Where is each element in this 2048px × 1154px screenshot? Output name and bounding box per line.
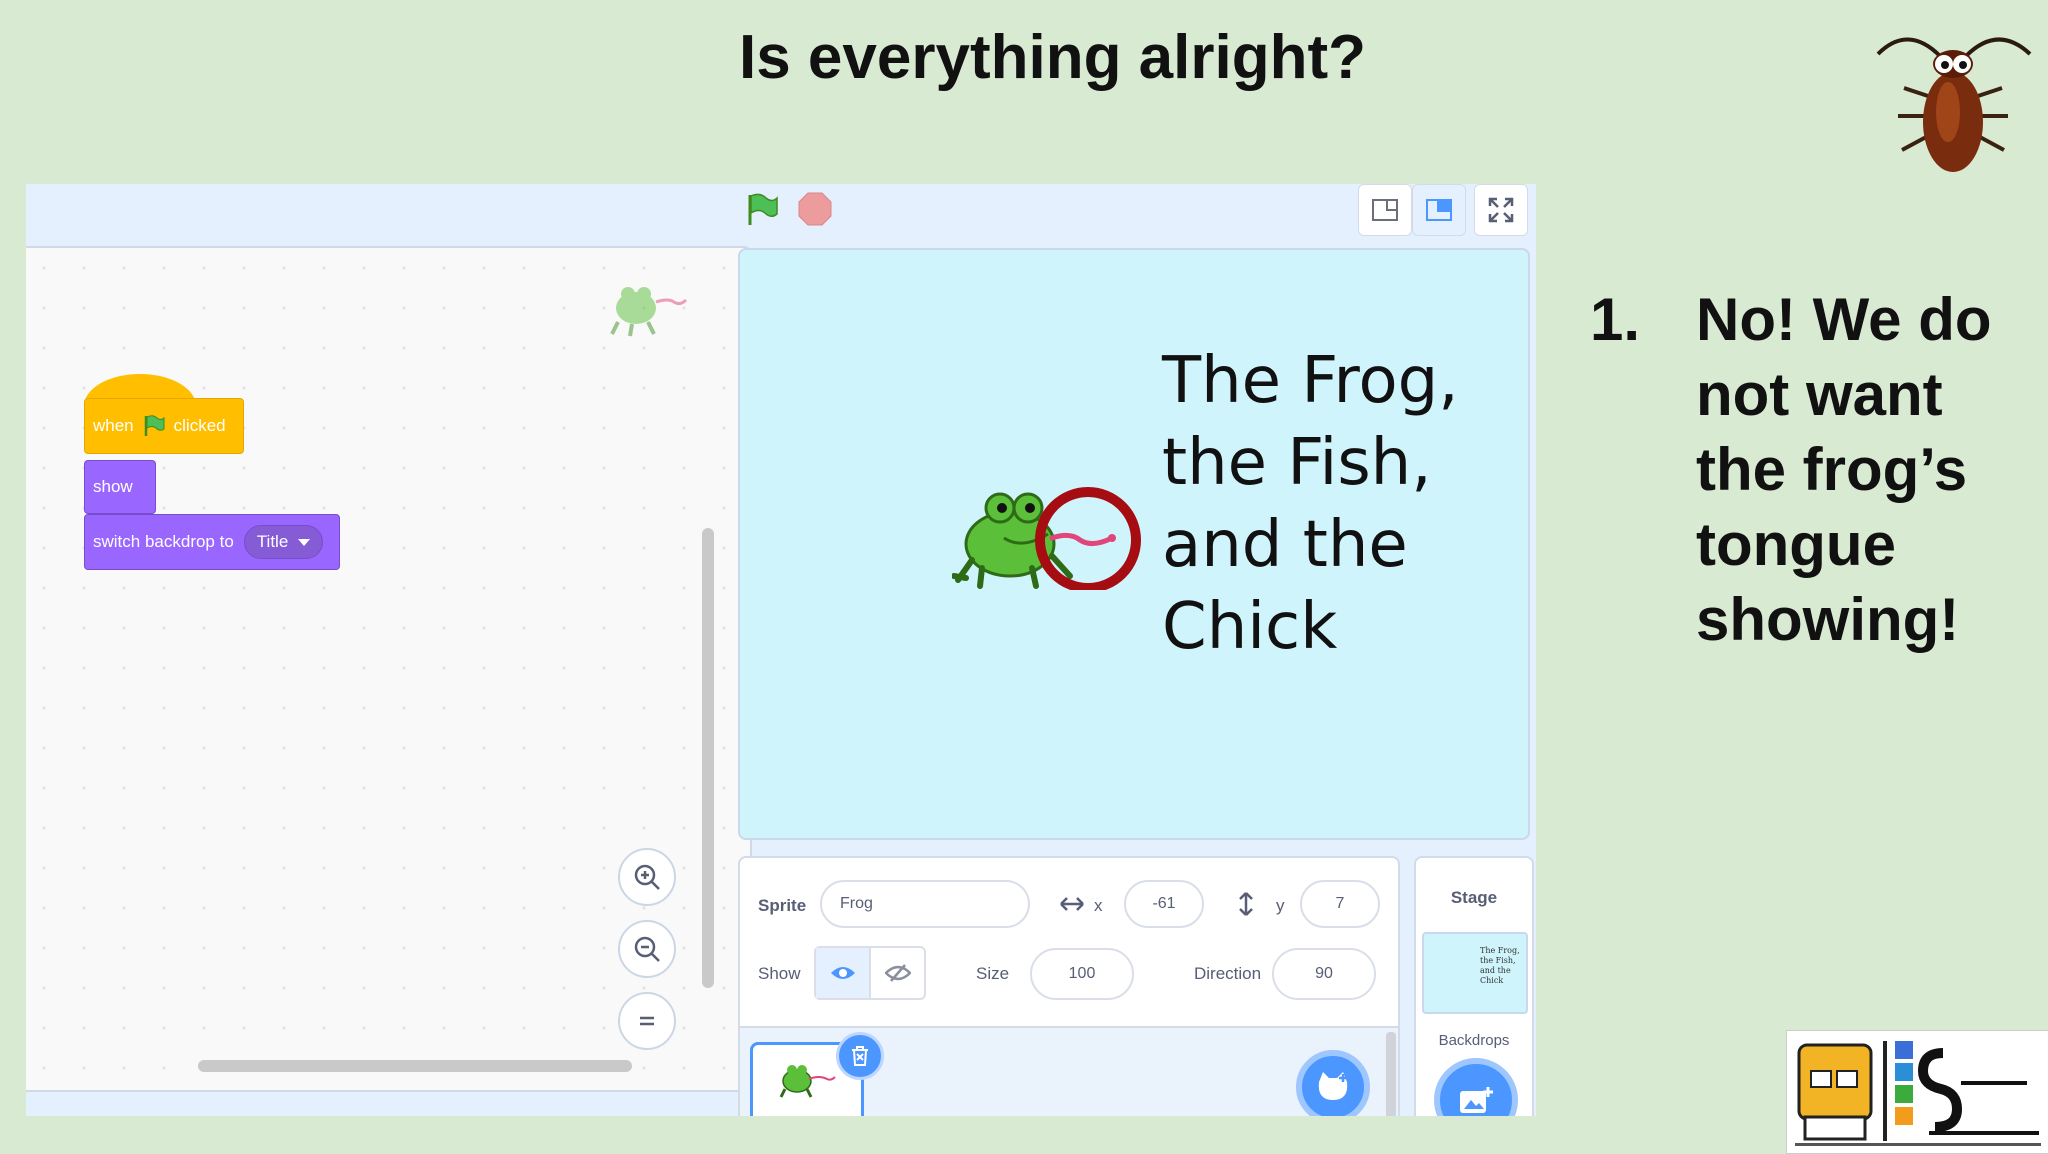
stem-impressionists-logo (1786, 1030, 2048, 1154)
trash-icon (852, 1046, 868, 1066)
zoom-out-button[interactable] (618, 920, 676, 978)
x-value: -61 (1152, 895, 1176, 912)
stage-selector-panel[interactable]: Stage The Frog, the Fish, and the Chick … (1414, 856, 1534, 1116)
sprite-name-input[interactable]: Frog (820, 880, 1030, 928)
normal-stage-button[interactable] (1412, 184, 1466, 236)
x-input[interactable]: -61 (1124, 880, 1204, 928)
sprite-info-panel: Sprite Frog x -61 y 7 Show Size 100 Dire… (738, 856, 1400, 1116)
y-arrows-icon (1239, 892, 1253, 916)
stage-title-text: The Frog, the Fish, and the Chick (1162, 340, 1522, 668)
code-horizontal-scrollbar[interactable] (198, 1060, 632, 1072)
stage-line: The Frog, (1162, 344, 1459, 418)
small-stage-icon (1372, 199, 1398, 221)
answer: 1. No! We do not want the frog’s tongue … (1590, 282, 2020, 657)
stage-thumbnail[interactable]: The Frog, the Fish, and the Chick (1422, 932, 1528, 1014)
show-toggle (814, 946, 926, 1000)
green-flag-icon (144, 415, 165, 436)
zoom-reset-icon (640, 1016, 654, 1026)
green-flag-button[interactable] (744, 192, 780, 228)
stop-button[interactable] (798, 192, 832, 226)
zoom-out-icon (634, 936, 660, 962)
stage-line: and the (1162, 508, 1408, 582)
choose-backdrop-icon (1460, 1087, 1493, 1113)
frog-sprite[interactable] (952, 480, 1162, 590)
sprite-list (740, 1026, 1398, 1116)
fullscreen-icon (1488, 197, 1514, 223)
backdrops-label: Backdrops (1438, 1032, 1510, 1049)
x-label: x (1094, 896, 1103, 915)
direction-value: 90 (1315, 965, 1333, 982)
switch-backdrop-label: switch backdrop to (93, 532, 234, 551)
sprite-list-scrollbar[interactable] (1386, 1032, 1396, 1116)
when-flag-clicked-block[interactable]: when clicked (84, 374, 244, 454)
size-input[interactable]: 100 (1030, 948, 1134, 1000)
answer-text: No! We do not want the frog’s tongue sho… (1696, 286, 1992, 653)
eye-icon (830, 967, 855, 979)
stage-panel-label: Stage (1450, 888, 1498, 907)
chevron-down-icon (298, 538, 311, 546)
stage-line: the Fish, (1162, 426, 1432, 500)
x-arrows-icon (1060, 897, 1084, 911)
zoom-in-icon (634, 864, 660, 890)
answer-number: 1. (1590, 286, 1641, 353)
code-area[interactable]: when clicked show switch backdrop to Tit… (26, 246, 752, 1092)
switch-backdrop-block[interactable]: switch backdrop to Title (84, 514, 340, 570)
slide-title: Is everything alright? (738, 23, 1367, 92)
sprite-label: Sprite (758, 896, 807, 915)
show-visible-button[interactable] (816, 948, 871, 998)
fullscreen-button[interactable] (1474, 184, 1528, 236)
when-label: when (93, 416, 134, 435)
scratch-editor: when clicked show switch backdrop to Tit… (26, 184, 1536, 1116)
cockroach-icon (1876, 37, 2032, 172)
direction-label: Direction (1194, 964, 1262, 983)
y-input[interactable]: 7 (1300, 880, 1380, 928)
size-value: 100 (1068, 965, 1096, 982)
backdrop-dropdown[interactable]: Title (243, 525, 324, 559)
show-block[interactable]: show (84, 460, 156, 514)
small-stage-button[interactable] (1358, 184, 1412, 236)
choose-backdrop-button[interactable] (1434, 1058, 1518, 1116)
normal-stage-icon (1426, 199, 1452, 221)
choose-sprite-button[interactable] (1296, 1050, 1370, 1116)
code-vertical-scrollbar[interactable] (702, 528, 714, 988)
clicked-label: clicked (173, 416, 226, 435)
y-value: 7 (1335, 895, 1345, 912)
show-label: Show (758, 964, 801, 983)
sprite-indicator-frog-icon (610, 287, 688, 337)
show-block-label: show (93, 477, 133, 496)
eye-slash-icon (884, 964, 911, 982)
zoom-reset-button[interactable] (618, 992, 676, 1050)
frog-thumbnail-icon (779, 1065, 836, 1098)
direction-input[interactable]: 90 (1272, 948, 1376, 1000)
size-label: Size (976, 964, 1010, 983)
y-label: y (1276, 896, 1285, 915)
stage[interactable]: The Frog, the Fish, and the Chick (738, 248, 1530, 840)
stage-line: Chick (1162, 590, 1338, 664)
backdrop-dropdown-value: Title (256, 532, 289, 551)
sprite-name-value: Frog (840, 895, 873, 912)
show-hidden-button[interactable] (871, 948, 924, 998)
delete-sprite-button[interactable] (836, 1032, 884, 1080)
zoom-in-button[interactable] (618, 848, 676, 906)
choose-sprite-icon (1318, 1072, 1348, 1100)
stage-thumbnail-text: The Frog, the Fish, and the Chick (1480, 946, 1520, 985)
